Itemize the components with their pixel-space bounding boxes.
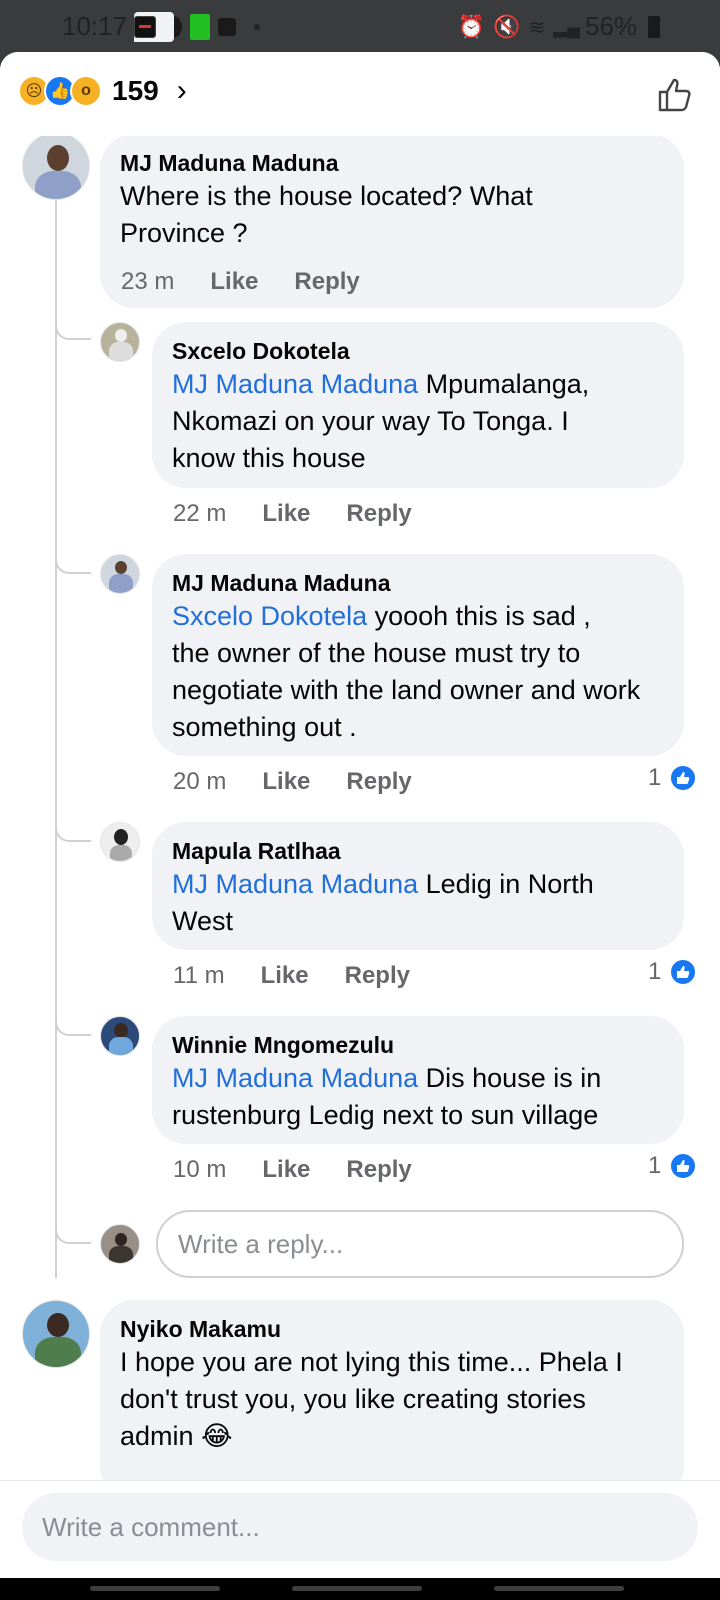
mention-link[interactable]: MJ Maduna Maduna bbox=[172, 1063, 418, 1093]
comment-text: MJ Maduna Maduna Dis house is in rustenb… bbox=[172, 1063, 602, 1130]
avatar[interactable] bbox=[100, 1016, 140, 1056]
comment-time[interactable]: 11 m bbox=[173, 962, 225, 990]
comment-placeholder: Write a comment... bbox=[42, 1511, 260, 1542]
like-button[interactable]: Like bbox=[262, 500, 310, 528]
comment-time[interactable]: 23 m bbox=[121, 268, 174, 296]
reaction-count: 159 bbox=[112, 75, 159, 106]
reply-button[interactable]: Reply bbox=[294, 268, 359, 296]
comment-input[interactable]: Write a comment... bbox=[22, 1493, 698, 1561]
chevron-right-icon: › bbox=[176, 74, 187, 107]
comment-author[interactable]: MJ Maduna Maduna bbox=[120, 148, 664, 178]
avatar[interactable] bbox=[100, 554, 140, 594]
comment-bubble[interactable]: Nyiko Makamu I hope you are not lying th… bbox=[100, 1300, 684, 1500]
reply-button[interactable]: Reply bbox=[346, 768, 411, 796]
reaction-badge[interactable]: 1 bbox=[648, 764, 698, 792]
avatar[interactable] bbox=[22, 132, 90, 200]
like-button[interactable]: Like bbox=[262, 1156, 310, 1184]
thread-line bbox=[55, 198, 57, 1278]
more-notifications-icon bbox=[254, 24, 260, 30]
alarm-icon: ⏰ bbox=[457, 14, 486, 39]
wow-reaction-icon: o bbox=[70, 75, 102, 107]
reply-button[interactable]: Reply bbox=[346, 500, 411, 528]
mute-icon: 🔇 bbox=[493, 14, 521, 39]
thread-connector bbox=[55, 318, 91, 340]
comment-actions: 20 m Like Reply bbox=[173, 768, 448, 796]
comments-sheet: ☹ 👍 o 159 › MJ Maduna Maduna Where is th… bbox=[0, 52, 720, 1578]
comment-actions: 11 m Like Reply bbox=[173, 962, 446, 990]
mention-link[interactable]: MJ Maduna Maduna bbox=[172, 869, 418, 899]
reply-placeholder: Write a reply... bbox=[178, 1228, 344, 1259]
thread-connector bbox=[55, 820, 91, 842]
reply-button[interactable]: Reply bbox=[346, 1156, 411, 1184]
comment-author[interactable]: Winnie Mngomezulu bbox=[172, 1030, 664, 1060]
comment-author[interactable]: Sxcelo Dokotela bbox=[172, 336, 664, 366]
comment-time[interactable]: 10 m bbox=[173, 1156, 226, 1184]
my-avatar[interactable] bbox=[100, 1224, 140, 1264]
home-button[interactable] bbox=[292, 1586, 422, 1591]
battery-saver-icon bbox=[190, 14, 210, 40]
reaction-badge[interactable]: 1 bbox=[648, 958, 698, 986]
comment-composer: Write a comment... bbox=[0, 1480, 720, 1578]
comment-text: Where is the house located? What Provinc… bbox=[120, 181, 533, 248]
reaction-badge-count: 1 bbox=[648, 1152, 662, 1179]
status-bar: 10:17 ⏰ 🔇 ≋ ▂▄ 56% bbox=[0, 0, 720, 52]
back-button[interactable] bbox=[494, 1586, 624, 1591]
reply-button[interactable]: Reply bbox=[345, 962, 410, 990]
like-button[interactable]: Like bbox=[262, 768, 310, 796]
reply-bubble[interactable]: Mapula Ratlhaa MJ Maduna Maduna Ledig in… bbox=[152, 822, 684, 950]
comment-text: Sxcelo Dokotela yoooh this is sad , the … bbox=[172, 601, 641, 742]
reply-bubble[interactable]: Winnie Mngomezulu MJ Maduna Maduna Dis h… bbox=[152, 1016, 684, 1144]
avatar[interactable] bbox=[100, 322, 140, 362]
system-nav-bar bbox=[0, 1578, 720, 1600]
checkbox-icon bbox=[218, 18, 236, 36]
status-time: 10:17 bbox=[62, 11, 128, 41]
like-badge-icon bbox=[669, 1152, 698, 1180]
comment-author[interactable]: MJ Maduna Maduna bbox=[172, 568, 664, 598]
reaction-badge[interactable]: 1 bbox=[648, 1152, 698, 1180]
wifi-icon: ≋ bbox=[528, 16, 546, 39]
comment-author[interactable]: Nyiko Makamu bbox=[120, 1314, 664, 1344]
avatar[interactable] bbox=[100, 822, 140, 862]
system-icons: ⏰ 🔇 ≋ ▂▄ bbox=[458, 14, 580, 40]
reply-bubble[interactable]: Sxcelo Dokotela MJ Maduna Maduna Mpumala… bbox=[152, 322, 684, 488]
mention-link[interactable]: Sxcelo Dokotela bbox=[172, 601, 367, 631]
comment-text: MJ Maduna Maduna Ledig in North West bbox=[172, 869, 594, 936]
comment-actions: 10 m Like Reply bbox=[173, 1156, 448, 1184]
battery-percent: 56% bbox=[585, 11, 638, 41]
like-button[interactable]: Like bbox=[210, 268, 258, 296]
comment-actions: 22 m Like Reply bbox=[173, 500, 448, 528]
mention-link[interactable]: MJ Maduna Maduna bbox=[172, 369, 418, 399]
reactions-summary[interactable]: ☹ 👍 o 159 › bbox=[18, 74, 187, 108]
notification-icons bbox=[134, 12, 260, 42]
avatar[interactable] bbox=[22, 1300, 90, 1368]
app-notification-icon bbox=[134, 16, 156, 38]
comment-author[interactable]: Mapula Ratlhaa bbox=[172, 836, 664, 866]
thread-connector bbox=[55, 1222, 91, 1244]
comment-time[interactable]: 20 m bbox=[173, 768, 226, 796]
signal-icon: ▂▄ bbox=[553, 16, 580, 37]
comment-time[interactable]: 22 m bbox=[173, 500, 226, 528]
battery-icon bbox=[648, 16, 660, 38]
comment-text: MJ Maduna Maduna Mpumalanga, Nkomazi on … bbox=[172, 369, 590, 473]
reply-bubble[interactable]: MJ Maduna Maduna Sxcelo Dokotela yoooh t… bbox=[152, 554, 684, 756]
reply-input[interactable]: Write a reply... bbox=[156, 1210, 684, 1278]
thread-connector bbox=[55, 552, 91, 574]
reaction-badge-count: 1 bbox=[648, 764, 662, 791]
reaction-badge-count: 1 bbox=[648, 958, 662, 985]
comment-actions: 23 m Like Reply bbox=[121, 268, 396, 296]
reactions-header: ☹ 👍 o 159 › bbox=[0, 52, 720, 136]
like-button[interactable]: Like bbox=[261, 962, 309, 990]
like-icon[interactable] bbox=[654, 74, 694, 114]
like-badge-icon bbox=[669, 764, 698, 792]
like-badge-icon bbox=[669, 958, 698, 986]
comment-text: I hope you are not lying this time... Ph… bbox=[120, 1347, 623, 1451]
thread-connector bbox=[55, 1014, 91, 1036]
recents-button[interactable] bbox=[90, 1586, 220, 1591]
